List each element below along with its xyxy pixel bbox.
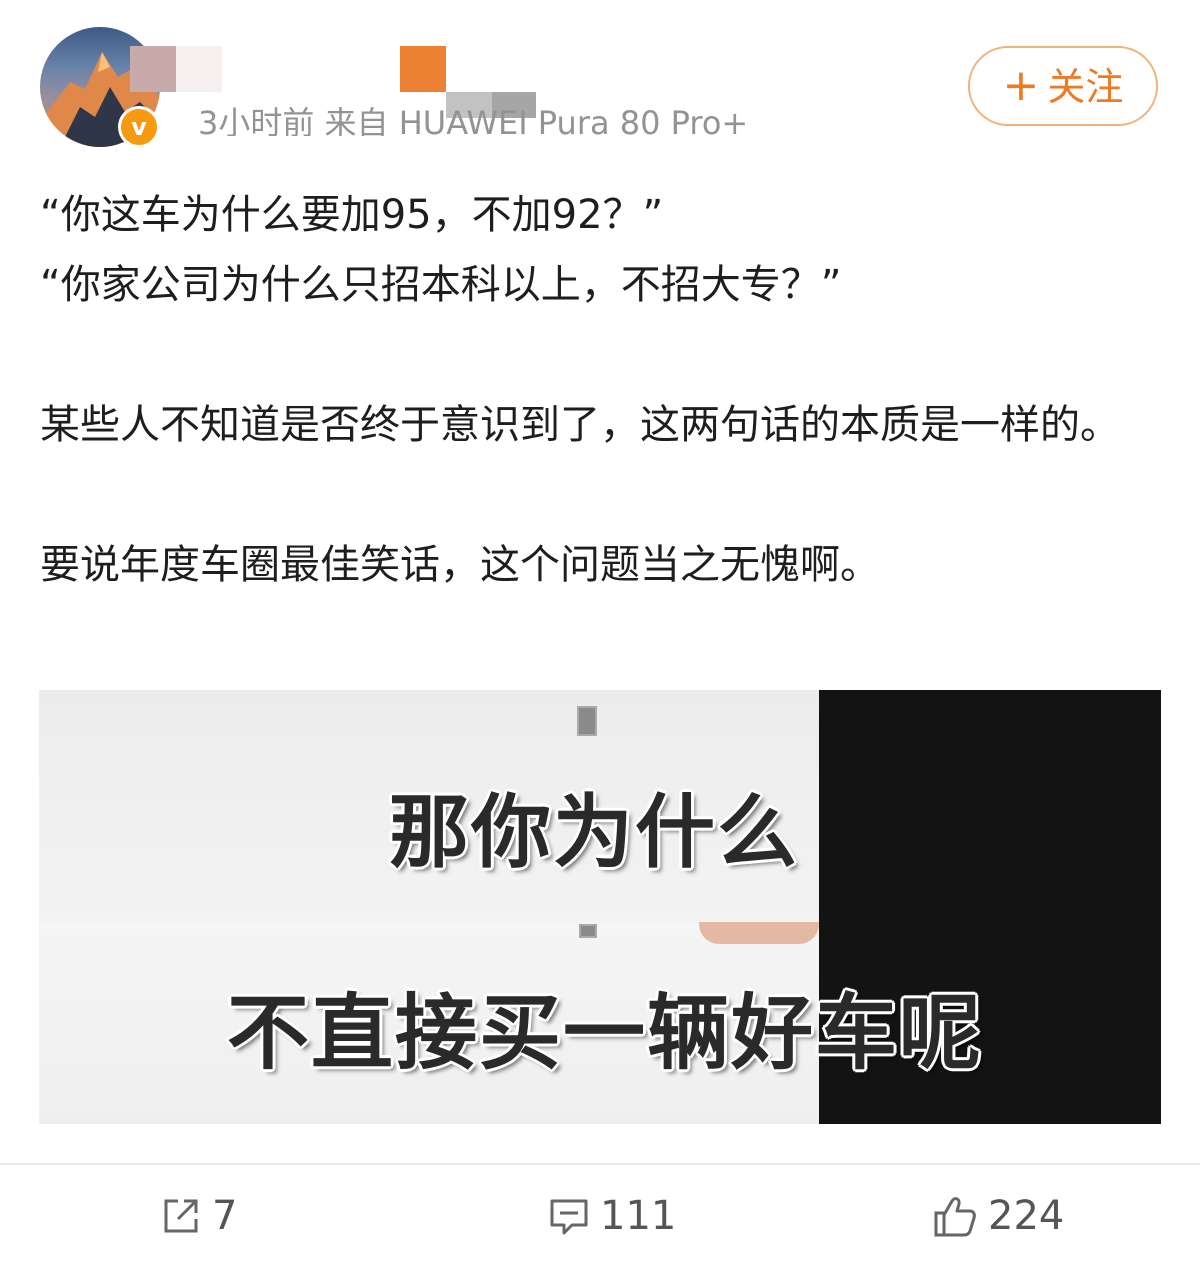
image-panel-bottom: 不直接买一辆好车呢: [39, 922, 1161, 1124]
post-line: “你这车为什么要加95，不加92？”: [40, 192, 664, 238]
like-icon: [934, 1197, 976, 1237]
repost-icon: [164, 1199, 198, 1233]
follow-label: 关注: [1047, 65, 1124, 109]
image-panel-top: 那你为什么: [39, 690, 1161, 922]
caption-bottom: 不直接买一辆好车呢: [227, 985, 984, 1081]
post-meta: 3小时前 来自 HUAWEI Pura 80 Pro+: [198, 104, 749, 136]
repost-count: 7: [212, 1193, 238, 1239]
comment-button[interactable]: 111: [548, 1186, 676, 1246]
repost-button[interactable]: 7: [160, 1186, 237, 1246]
like-button[interactable]: 224: [932, 1186, 1064, 1246]
post-line: 要说年度车圈最佳笑话，这个问题当之无愧啊。: [40, 542, 880, 588]
post-text: “你这车为什么要加95，不加92？” “你家公司为什么只招本科以上，不招大专？”…: [40, 180, 1170, 600]
divider: [0, 1163, 1200, 1165]
like-count: 224: [988, 1193, 1065, 1239]
comment-icon: [550, 1199, 588, 1235]
verified-badge: v: [118, 106, 160, 148]
post-image[interactable]: 那你为什么 不直接买一辆好车呢: [39, 690, 1161, 1124]
follow-button[interactable]: + 关注: [968, 46, 1158, 126]
comment-count: 111: [600, 1193, 677, 1239]
post-line: “你家公司为什么只招本科以上，不招大专？”: [40, 262, 842, 308]
caption-top: 那你为什么: [389, 785, 799, 879]
post-line: 某些人不知道是否终于意识到了，这两句话的本质是一样的。: [40, 402, 1120, 448]
plus-icon: +: [1002, 60, 1040, 111]
